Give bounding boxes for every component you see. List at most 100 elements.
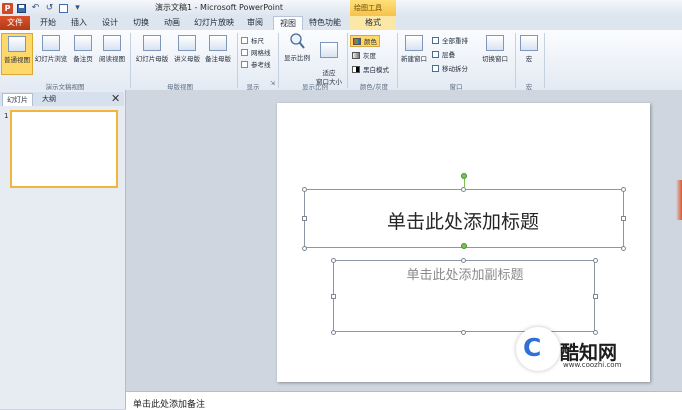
arrange-all-button[interactable]: 全部重排 bbox=[432, 35, 468, 45]
notes-pane[interactable] bbox=[126, 391, 682, 410]
notes-master-button[interactable]: 备注母版 bbox=[203, 35, 233, 63]
redo-icon[interactable]: ↺ bbox=[44, 3, 55, 14]
tab-transitions[interactable]: 切换 bbox=[129, 16, 153, 30]
group-divider bbox=[347, 33, 348, 88]
rotation-handle[interactable] bbox=[461, 243, 467, 249]
switch-window-label: 切换窗口 bbox=[482, 55, 508, 63]
ruler-label: 标尺 bbox=[251, 37, 264, 45]
resize-handle[interactable] bbox=[302, 216, 307, 221]
tab-review[interactable]: 审阅 bbox=[243, 16, 267, 30]
macros-button[interactable]: 宏 bbox=[519, 35, 539, 63]
undo-icon[interactable]: ↶ bbox=[30, 3, 41, 14]
tab-special[interactable]: 特色功能 bbox=[306, 16, 344, 30]
tab-outline[interactable]: 大纲 bbox=[38, 93, 60, 105]
watermark-logo-letter: C bbox=[523, 333, 542, 362]
tab-design[interactable]: 设计 bbox=[98, 16, 122, 30]
notes-page-button[interactable]: 备注页 bbox=[70, 35, 96, 63]
slide-sorter-label: 幻灯片浏览 bbox=[34, 55, 68, 63]
resize-handle[interactable] bbox=[593, 330, 598, 335]
gridlines-label: 网格线 bbox=[251, 49, 271, 57]
normal-view-icon bbox=[8, 36, 26, 52]
tab-slideshow[interactable]: 幻灯片放映 bbox=[192, 16, 236, 30]
fit-to-window-button[interactable]: 适应 窗口大小 bbox=[313, 33, 345, 87]
resize-handle[interactable] bbox=[621, 187, 626, 192]
zoom-label: 显示比例 bbox=[284, 54, 310, 62]
reading-view-icon bbox=[103, 35, 121, 51]
black-white-button[interactable]: 黑白模式 bbox=[352, 64, 389, 74]
title-placeholder-text[interactable]: 单击此处添加标题 bbox=[305, 207, 621, 234]
color-button[interactable]: 颜色 bbox=[350, 35, 380, 47]
slide-number: 1 bbox=[4, 112, 9, 120]
powerpoint-app-icon[interactable]: P bbox=[2, 2, 13, 14]
macros-icon bbox=[520, 35, 538, 51]
resize-handle[interactable] bbox=[331, 258, 336, 263]
move-split-label: 移动拆分 bbox=[442, 65, 468, 73]
cascade-button[interactable]: 层叠 bbox=[432, 49, 455, 59]
grayscale-swatch-icon bbox=[352, 51, 360, 59]
guides-checkbox[interactable]: 参考线 bbox=[241, 59, 271, 69]
tab-format[interactable]: 格式 bbox=[350, 16, 396, 30]
slide-master-button[interactable]: 幻灯片母版 bbox=[133, 35, 171, 63]
tab-slides[interactable]: 幻灯片 bbox=[2, 93, 33, 106]
guides-check-box[interactable] bbox=[241, 60, 248, 68]
slide-sorter-icon bbox=[42, 35, 60, 51]
new-slide-icon[interactable] bbox=[58, 3, 69, 14]
ruler-checkbox[interactable]: 标尺 bbox=[241, 35, 264, 45]
dialog-launcher-icon[interactable]: ⇲ bbox=[270, 80, 275, 87]
tab-view[interactable]: 视图 bbox=[273, 16, 303, 31]
tab-insert[interactable]: 插入 bbox=[67, 16, 91, 30]
ruler-check-box[interactable] bbox=[241, 36, 248, 44]
watermark-url: www.coozhi.com bbox=[563, 361, 622, 369]
quick-access-toolbar: P ↶ ↺ ▾ bbox=[2, 2, 83, 14]
resize-handle[interactable] bbox=[461, 258, 466, 263]
resize-handle[interactable] bbox=[621, 246, 626, 251]
grayscale-button[interactable]: 灰度 bbox=[352, 50, 376, 60]
group-divider bbox=[544, 33, 545, 88]
tab-animations[interactable]: 动画 bbox=[160, 16, 184, 30]
resize-handle[interactable] bbox=[302, 246, 307, 251]
gridlines-check-box[interactable] bbox=[241, 48, 248, 56]
color-label: 颜色 bbox=[364, 38, 377, 46]
tab-file[interactable]: 文件 bbox=[0, 16, 30, 30]
slide-sorter-button[interactable]: 幻灯片浏览 bbox=[34, 35, 68, 63]
resize-handle[interactable] bbox=[461, 330, 466, 335]
normal-view-label: 普通视图 bbox=[4, 56, 30, 64]
resize-handle[interactable] bbox=[593, 258, 598, 263]
arrange-all-label: 全部重排 bbox=[442, 37, 468, 45]
move-split-button[interactable]: 移动拆分 bbox=[432, 63, 468, 73]
slide-master-icon bbox=[143, 35, 161, 51]
group-divider bbox=[237, 33, 238, 88]
tab-home[interactable]: 开始 bbox=[36, 16, 60, 30]
reading-view-button[interactable]: 阅读视图 bbox=[97, 35, 127, 63]
contextual-group-label: 绘图工具 bbox=[354, 4, 382, 12]
normal-view-button[interactable]: 普通视图 bbox=[1, 33, 33, 75]
resize-handle[interactable] bbox=[331, 294, 336, 299]
cascade-icon bbox=[432, 50, 439, 58]
customize-icon[interactable]: ▾ bbox=[72, 3, 83, 14]
notes-placeholder[interactable]: 单击此处添加备注 bbox=[133, 397, 205, 410]
slide-thumbnail[interactable] bbox=[10, 110, 118, 188]
arrange-all-icon bbox=[432, 36, 439, 44]
resize-handle[interactable] bbox=[302, 187, 307, 192]
zoom-button[interactable]: 显示比例 bbox=[282, 33, 312, 62]
close-icon[interactable]: ✕ bbox=[111, 92, 120, 105]
black-white-label: 黑白模式 bbox=[363, 66, 389, 74]
resize-handle[interactable] bbox=[331, 330, 336, 335]
rotation-handle-stem bbox=[464, 179, 465, 188]
new-window-icon bbox=[405, 35, 423, 51]
save-icon[interactable] bbox=[16, 3, 27, 14]
reading-view-label: 阅读视图 bbox=[99, 55, 125, 63]
notes-master-label: 备注母版 bbox=[205, 55, 231, 63]
resize-handle[interactable] bbox=[621, 216, 626, 221]
new-window-button[interactable]: 新建窗口 bbox=[399, 35, 429, 63]
notes-master-icon bbox=[209, 35, 227, 51]
handout-master-button[interactable]: 讲义母版 bbox=[172, 35, 202, 63]
macros-label: 宏 bbox=[525, 55, 533, 63]
gridlines-checkbox[interactable]: 网格线 bbox=[241, 47, 271, 57]
switch-window-button[interactable]: 切换窗口 bbox=[478, 35, 512, 63]
subtitle-placeholder-text[interactable]: 单击此处添加副标题 bbox=[334, 264, 596, 283]
group-divider bbox=[397, 33, 398, 88]
resize-handle[interactable] bbox=[593, 294, 598, 299]
notes-page-icon bbox=[74, 35, 92, 51]
cursor-edge-mark bbox=[676, 180, 682, 220]
